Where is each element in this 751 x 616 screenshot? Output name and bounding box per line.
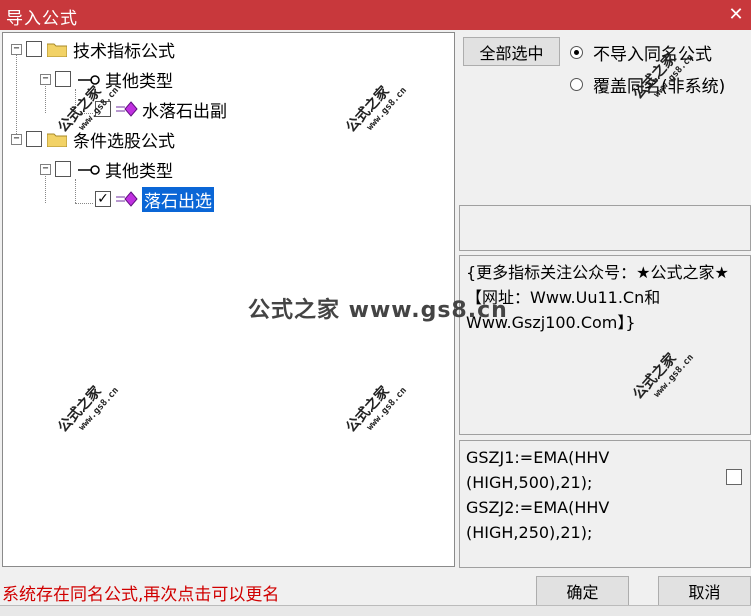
watermark-banner: 公式之家 www.gs8.cn — [248, 298, 508, 323]
collapse-icon[interactable]: − — [11, 43, 22, 55]
gem-icon — [116, 101, 138, 117]
info-text-box: {更多指标关注公众号：★公式之家★ 【网址：Www.Uu11.Cn和Www.Gs… — [459, 255, 751, 435]
gem-icon — [116, 191, 138, 207]
code-line: GSZJ2:=EMA(HHV — [466, 498, 610, 517]
tree-node-label: 落石出选 — [142, 186, 214, 212]
node-checkbox[interactable] — [55, 71, 71, 87]
tree-node-formula-selected[interactable]: ✓ 落石出选 — [95, 186, 214, 212]
code-box-checkbox[interactable] — [726, 469, 742, 485]
watermark: 公式之家 www.gs8.cn — [55, 383, 121, 436]
cancel-button[interactable]: 取消 — [658, 576, 751, 606]
code-line: (HIGH,500),21); — [466, 473, 593, 492]
bottom-strip — [0, 605, 751, 616]
tree-node-label: 技术指标公式 — [73, 41, 175, 62]
collapse-icon[interactable]: − — [40, 73, 51, 85]
tree-node-formula[interactable]: 水落石出副 — [95, 96, 227, 122]
tree-node-label: 条件选股公式 — [73, 131, 175, 152]
tree-connector — [75, 179, 76, 203]
node-checkbox-checked[interactable]: ✓ — [95, 191, 111, 207]
tree-node-label: 其他类型 — [105, 161, 173, 182]
formula-code-box[interactable]: GSZJ1:=EMA(HHV (HIGH,500),21); GSZJ2:=EM… — [459, 440, 751, 568]
title-bar: 导入公式 ✕ — [0, 0, 751, 30]
tree-node-tech-indicators[interactable]: − 技术指标公式 — [11, 36, 175, 62]
radio-dot[interactable] — [570, 78, 583, 91]
window-title: 导入公式 — [6, 9, 78, 29]
node-checkbox[interactable] — [26, 131, 42, 147]
tree-node-label: 水落石出副 — [142, 101, 227, 122]
watermark: 公式之家 www.gs8.cn — [343, 83, 409, 136]
close-icon[interactable]: ✕ — [721, 0, 751, 30]
tree-connector — [75, 203, 93, 204]
collapse-icon[interactable]: − — [40, 163, 51, 175]
radio-dot[interactable] — [570, 46, 583, 59]
folder-icon — [46, 42, 68, 57]
select-all-button[interactable]: 全部选中 — [463, 37, 560, 66]
ok-button[interactable]: 确定 — [536, 576, 629, 606]
node-checkbox[interactable] — [26, 41, 42, 57]
tree-node-other-types[interactable]: − 其他类型 — [40, 156, 173, 182]
key-icon — [76, 162, 100, 176]
node-checkbox[interactable] — [55, 161, 71, 177]
tree-node-stock-screening[interactable]: − 条件选股公式 — [11, 126, 175, 152]
watermark: 公式之家 www.gs8.cn — [343, 383, 409, 436]
code-line: GSZJ1:=EMA(HHV — [466, 448, 610, 467]
code-line: (HIGH,250),21); — [466, 523, 593, 542]
description-box — [459, 205, 751, 251]
collapse-icon[interactable]: − — [11, 133, 22, 145]
status-message: 系统存在同名公式,再次点击可以更名 — [2, 585, 280, 605]
